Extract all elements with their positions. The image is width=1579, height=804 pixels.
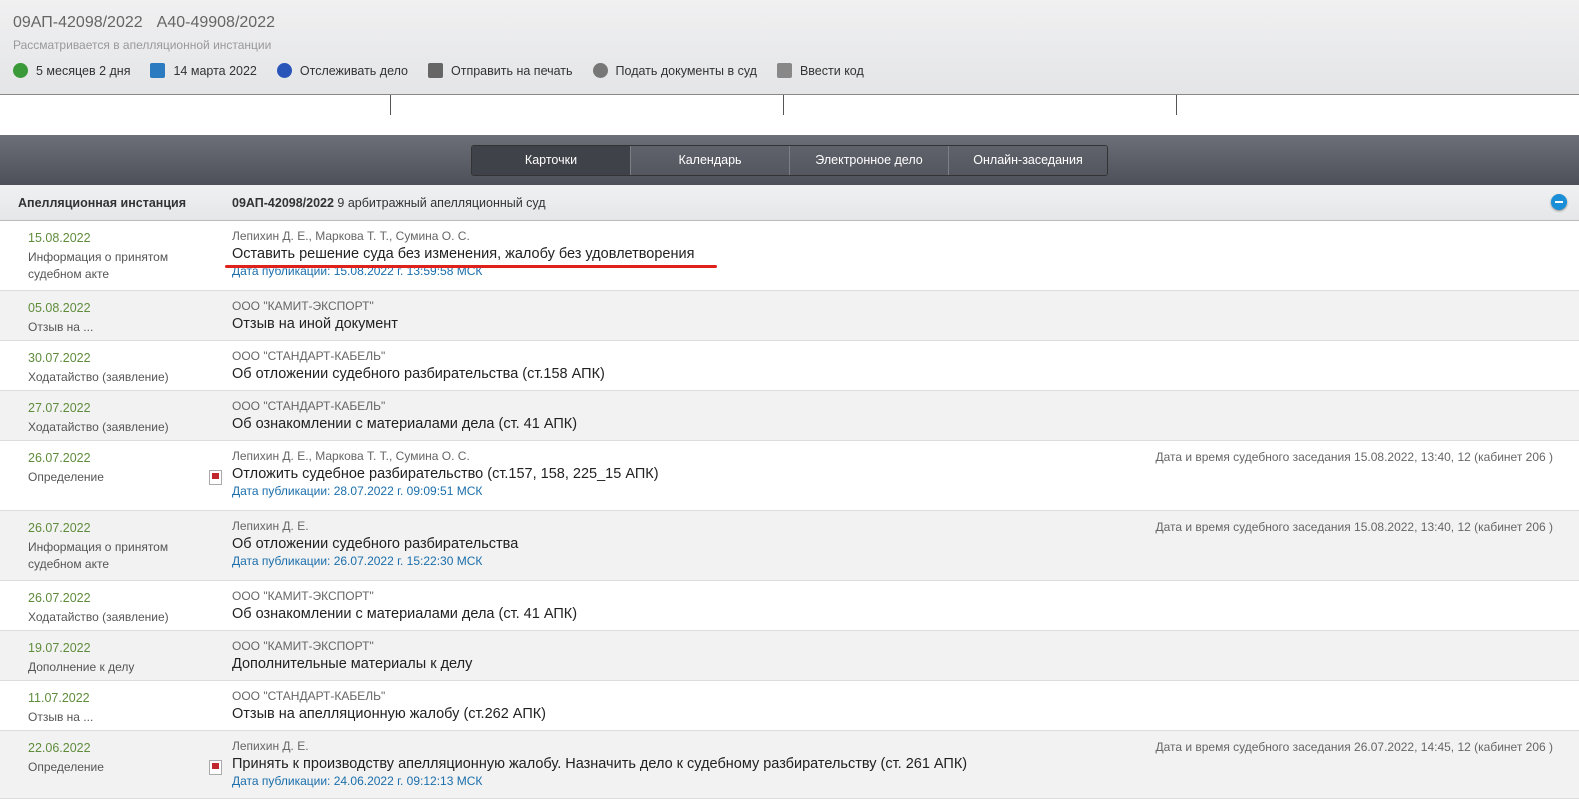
row-author: Лепихин Д. Е. <box>232 739 309 753</box>
calendar-icon <box>150 63 166 78</box>
instance-header[interactable]: Апелляционная инстанция 09АП-42098/2022 … <box>0 185 1579 221</box>
row-type: Информация о принятом судебном акте <box>28 540 169 571</box>
row-author: Лепихин Д. Е. <box>232 519 309 533</box>
tool-shield[interactable]: Отслеживать дело <box>276 63 408 78</box>
tool-calendar[interactable]: 14 марта 2022 <box>150 63 257 78</box>
row-date: 15.08.2022 <box>28 231 91 245</box>
document-link[interactable]: Принять к производству апелляционную жал… <box>232 756 967 772</box>
tab-1[interactable]: Календарь <box>630 145 789 175</box>
row-author: ООО "СТАНДАРТ-КАБЕЛЬ" <box>232 689 386 703</box>
row-date: 26.07.2022 <box>28 591 91 605</box>
code-icon <box>776 63 792 78</box>
row-type: Ходатайство (заявление) <box>28 420 169 434</box>
row-date: 19.07.2022 <box>28 641 91 655</box>
case-header: 09АП-42098/2022 А40-49908/2022 Рассматрив… <box>0 0 1579 95</box>
tool-plus-circle[interactable]: Подать документы в суд <box>592 63 757 78</box>
publication-date[interactable]: Дата публикации: 24.06.2022 г. 09:12:13 … <box>232 774 967 788</box>
row-type: Определение <box>28 470 104 484</box>
row-author: Лепихин Д. Е., Маркова Т. Т., Сумина О. … <box>232 449 470 463</box>
table-row: 19.07.2022 Дополнение к делу ООО "КАМИТ-Э… <box>0 631 1579 681</box>
instance-case: 09АП-42098/2022 <box>232 195 334 210</box>
table-row: 15.08.2022 Информация о принятом судебном… <box>0 221 1579 291</box>
document-link[interactable]: Отложить судебное разбирательство (ст.15… <box>232 466 659 482</box>
row-date: 26.07.2022 <box>28 451 91 465</box>
hearing-info: Дата и время судебного заседания 15.08.2… <box>1155 520 1553 534</box>
tool-clock[interactable]: 5 месяцев 2 дня <box>13 63 130 78</box>
row-author: ООО "СТАНДАРТ-КАБЕЛЬ" <box>232 349 386 363</box>
hearing-info: Дата и время судебного заседания 15.08.2… <box>1155 450 1553 464</box>
table-row: 26.07.2022 Ходатайство (заявление) ООО "К… <box>0 581 1579 631</box>
tab-2[interactable]: Электронное дело <box>789 145 948 175</box>
tab-3[interactable]: Онлайн-заседания <box>948 145 1107 175</box>
document-link[interactable]: Отзыв на апелляционную жалобу (ст.262 АП… <box>232 706 546 722</box>
document-link[interactable]: Отзыв на иной документ <box>232 316 398 332</box>
row-type: Дополнение к делу <box>28 660 135 674</box>
instance-label: Апелляционная инстанция <box>18 195 186 210</box>
document-link[interactable]: Об отложении судебного разбирательства <box>232 536 518 552</box>
tab-bar: Карточки Календарь Электронное дело Онлайн-… <box>0 135 1579 185</box>
collapse-icon[interactable] <box>1551 194 1567 210</box>
table-row: 30.07.2022 Ходатайство (заявление) ООО "С… <box>0 341 1579 391</box>
row-date: 27.07.2022 <box>28 401 91 415</box>
case-number: 09АП-42098/2022 <box>13 14 143 31</box>
row-type: Определение <box>28 760 104 774</box>
red-underline-annotation <box>225 265 717 268</box>
row-author: ООО "КАМИТ-ЭКСПОРТ" <box>232 589 374 603</box>
plus-circle-icon <box>592 63 608 78</box>
row-type: Отзыв на ... <box>28 320 94 334</box>
row-author: ООО "КАМИТ-ЭКСПОРТ" <box>232 299 374 313</box>
shield-icon <box>276 63 292 78</box>
instance-court: 9 арбитражный апелляционный суд <box>333 195 546 210</box>
row-date: 11.07.2022 <box>28 691 90 705</box>
row-date: 30.07.2022 <box>28 351 91 365</box>
document-link[interactable]: Об ознакомлении с материалами дела (ст. … <box>232 416 577 432</box>
document-link[interactable]: Дополнительные материалы к делу <box>232 656 472 672</box>
row-date: 26.07.2022 <box>28 521 91 535</box>
table-row: 26.07.2022 Информация о принятом судебном… <box>0 511 1579 581</box>
table-row: 27.07.2022 Ходатайство (заявление) ООО "С… <box>0 391 1579 441</box>
document-link[interactable]: Оставить решение суда без изменения, жал… <box>232 246 694 262</box>
row-date: 05.08.2022 <box>28 301 91 315</box>
row-type: Отзыв на ... <box>28 710 94 724</box>
row-author: ООО "КАМИТ-ЭКСПОРТ" <box>232 639 374 653</box>
tab-0[interactable]: Карточки <box>472 145 630 175</box>
row-type: Ходатайство (заявление) <box>28 370 169 384</box>
table-row: 11.07.2022 Отзыв на ... ООО "СТАНДАРТ-КАБ… <box>0 681 1579 731</box>
publication-date[interactable]: Дата публикации: 26.07.2022 г. 15:22:30 … <box>232 554 518 568</box>
table-row: 05.08.2022 Отзыв на ... ООО "КАМИТ-ЭКСПОР… <box>0 291 1579 341</box>
row-date: 22.06.2022 <box>28 741 91 755</box>
first-instance-number[interactable]: А40-49908/2022 <box>157 14 275 31</box>
publication-date[interactable]: Дата публикации: 28.07.2022 г. 09:09:51 … <box>232 484 659 498</box>
document-link[interactable]: Об отложении судебного разбирательства (… <box>232 366 605 382</box>
clock-icon <box>13 63 28 78</box>
row-author: ООО "СТАНДАРТ-КАБЕЛЬ" <box>232 399 386 413</box>
row-author: Лепихин Д. Е., Маркова Т. Т., Сумина О. … <box>232 229 470 243</box>
document-link[interactable]: Об ознакомлении с материалами дела (ст. … <box>232 606 577 622</box>
table-row: 26.07.2022 Определение Лепихин Д. Е., Мар… <box>0 441 1579 511</box>
row-type: Информация о принятом судебном акте <box>28 250 169 281</box>
spacer <box>0 95 1579 135</box>
hearing-info: Дата и время судебного заседания 26.07.2… <box>1155 740 1553 754</box>
printer-icon <box>428 63 444 78</box>
case-status: Рассматривается в апелляционной инстанци… <box>13 38 272 52</box>
tool-printer[interactable]: Отправить на печать <box>428 63 573 78</box>
pdf-icon[interactable] <box>209 760 222 775</box>
tool-code[interactable]: Ввести код <box>776 63 864 78</box>
table-row: 22.06.2022 Определение Лепихин Д. Е. Прин… <box>0 731 1579 799</box>
row-type: Ходатайство (заявление) <box>28 610 169 624</box>
pdf-icon[interactable] <box>209 470 222 485</box>
